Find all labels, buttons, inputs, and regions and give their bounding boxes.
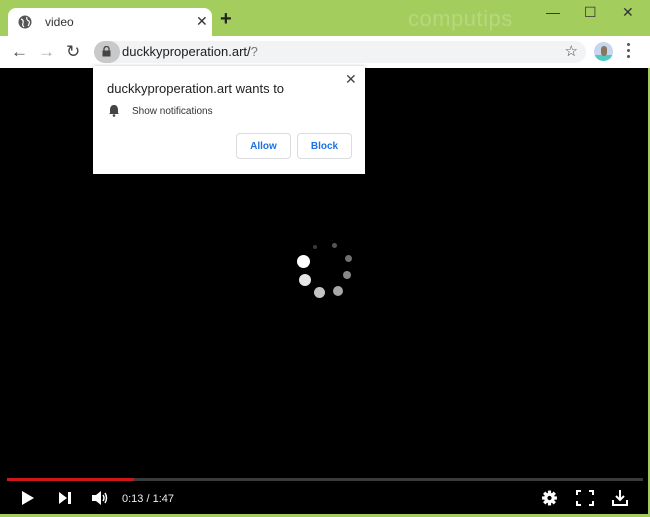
tab-title: video [45,15,74,29]
progress-bar[interactable] [7,478,643,481]
bell-icon [109,105,119,117]
bookmark-star-icon[interactable]: ☆ [565,42,578,60]
browser-tab[interactable]: video ✕ [8,8,212,38]
loading-spinner-icon [293,240,363,305]
allow-button[interactable]: Allow [236,133,291,159]
time-display: 0:13 / 1:47 [122,493,174,505]
play-icon[interactable] [20,489,36,507]
browser-toolbar: ← → ↻ duckkyproperation.art/? ☆ [0,36,650,68]
volume-icon[interactable] [91,489,111,507]
back-button[interactable]: ← [11,42,28,62]
profile-avatar[interactable] [594,42,613,61]
reload-button[interactable]: ↻ [66,42,80,62]
browser-menu-icon[interactable] [627,43,630,61]
forward-button[interactable]: → [38,42,55,62]
avatar-dog [601,46,607,56]
popup-heading: duckkyproperation.art wants to [107,81,285,96]
maximize-button[interactable]: ☐ [584,4,597,21]
block-button[interactable]: Block [297,133,352,159]
watermark: computips [408,6,513,31]
next-icon[interactable] [57,489,73,507]
browser-window: video ✕ + computips — ☐ ✕ ← → ↻ duckkypr… [0,0,650,517]
globe-icon [18,15,32,29]
minimize-button[interactable]: — [546,4,560,20]
window-close-button[interactable]: ✕ [622,4,634,21]
url-text[interactable]: duckkyproperation.art/? [122,44,258,59]
settings-gear-icon[interactable] [541,489,558,507]
site-info-button[interactable] [94,41,120,63]
new-tab-button[interactable]: + [220,9,232,29]
permission-label: Show notifications [132,106,213,117]
address-bar[interactable]: duckkyproperation.art/? ☆ [94,41,586,63]
lock-icon [102,46,111,57]
url-host: duckkyproperation.art/ [122,44,251,59]
notification-permission-popup: duckkyproperation.art wants to ✕ Show no… [93,66,365,174]
tab-close-icon[interactable]: ✕ [196,13,208,30]
download-icon[interactable] [611,489,629,507]
url-query: ? [250,44,258,59]
fullscreen-icon[interactable] [575,489,595,507]
popup-close-icon[interactable]: ✕ [345,71,357,88]
progress-fill [7,478,135,481]
